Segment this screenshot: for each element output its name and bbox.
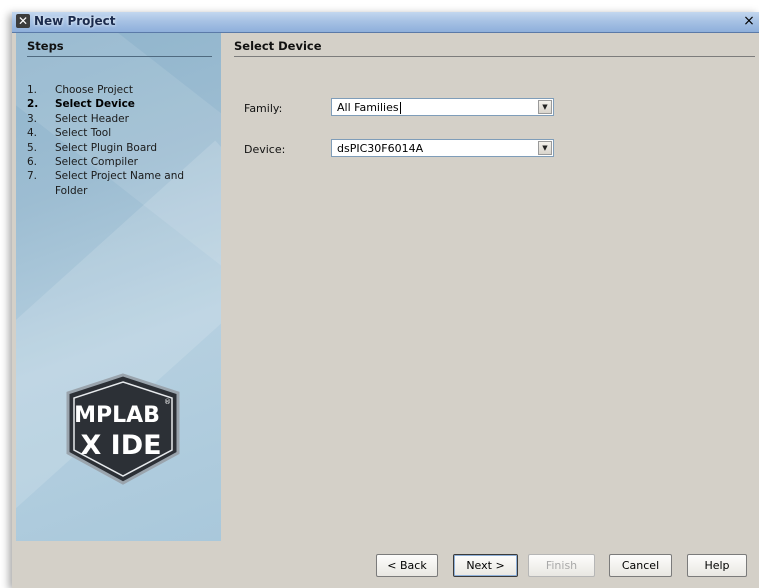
new-project-dialog: ✕ New Project × Steps 1. Choose Project 2… [12, 12, 759, 588]
device-combobox[interactable]: dsPIC30F6014A ▼ [331, 139, 554, 157]
chevron-down-icon[interactable]: ▼ [538, 100, 552, 114]
steps-heading: Steps [27, 39, 212, 57]
logo-line2: X IDE [80, 430, 161, 461]
device-label: Device: [244, 143, 286, 156]
family-value: All Families [337, 101, 401, 114]
back-button[interactable]: < Back [376, 554, 438, 577]
step-item: 5. Select Plugin Board [27, 141, 158, 154]
step-item-active: 2. Select Device [27, 98, 135, 111]
next-button[interactable]: Next > [453, 554, 518, 577]
device-value: dsPIC30F6014A [337, 142, 424, 155]
mplab-x-ide-logo: MPLAB ® X IDE [64, 373, 182, 488]
steps-panel: Steps 1. Choose Project 2. Select Device 3… [16, 33, 221, 541]
chevron-down-icon[interactable]: ▼ [538, 141, 552, 155]
close-icon[interactable]: × [741, 12, 757, 30]
step-item: 1. Choose Project [27, 84, 134, 96]
steps-list: 1. Choose Project 2. Select Device 3. Selec… [27, 83, 217, 198]
svg-text:®: ® [164, 398, 171, 406]
finish-button[interactable]: Finish [528, 554, 595, 577]
cancel-button[interactable]: Cancel [609, 554, 672, 577]
step-item: 6. Select Compiler [27, 156, 138, 169]
logo-line1: MPLAB [74, 403, 160, 428]
step-item: 3. Select Header [27, 112, 129, 125]
step-item: 7. Select Project Name and Folder [27, 170, 185, 197]
family-combobox[interactable]: All Families ▼ [331, 98, 554, 116]
step-label: Select Plugin Board [55, 141, 158, 154]
step-label: Select Header [55, 112, 129, 125]
title-bar[interactable]: ✕ New Project × [12, 12, 759, 33]
step-label: Select Tool [55, 127, 112, 140]
page-title: Select Device [234, 39, 755, 57]
step-label: Choose Project [55, 84, 134, 96]
window-title: New Project [34, 14, 116, 28]
step-label: Select Compiler [55, 156, 138, 169]
step-label: Select Project Name and Folder [55, 170, 185, 197]
step-label: Select Device [55, 98, 135, 111]
family-label: Family: [244, 102, 283, 115]
help-button[interactable]: Help [687, 554, 747, 577]
step-item: 4. Select Tool [27, 127, 112, 140]
mplab-x-icon: ✕ [16, 14, 30, 28]
